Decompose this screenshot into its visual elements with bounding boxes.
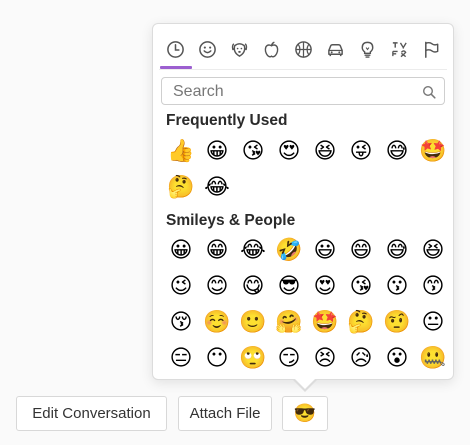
emoji-button[interactable]: 🤐 [415,341,451,377]
tab-travel[interactable] [319,34,351,64]
emoji-button[interactable]: 😗 [379,269,415,305]
emoji-button[interactable]: 😀 [199,134,235,170]
flag-icon [424,41,438,58]
emoji-button[interactable]: 😶 [199,341,235,377]
basketball-icon [294,40,312,58]
emoji-button[interactable]: 😜 [343,134,379,170]
lightbulb-icon [361,41,373,58]
emoji-button[interactable]: 😃 [307,233,343,269]
section-title-smileys-people: Smileys & People [166,212,296,229]
search-icon [422,85,436,99]
category-tabs [159,34,447,69]
emoji-button[interactable]: 😏 [271,341,307,377]
popover-caret [294,378,316,389]
emoji-button[interactable]: 🙂 [235,305,271,341]
tab-flags[interactable] [415,34,447,64]
emoji-button[interactable]: 😄 [343,233,379,269]
emoji-button[interactable]: 😀 [163,233,199,269]
emoji-button[interactable]: 😍 [307,269,343,305]
emoji-button[interactable]: 😂 [199,170,235,206]
tabs-divider [159,69,447,70]
emoji-toggle-button[interactable]: 😎 [282,396,328,431]
tab-symbols[interactable] [383,34,415,64]
emoji-button[interactable]: 👍 [163,134,199,170]
emoji-search-input[interactable] [171,81,415,103]
tab-objects[interactable] [351,34,383,64]
section-title-frequently-used: Frequently Used [166,112,288,129]
emoji-button[interactable]: ☺️ [199,305,235,341]
emoji-button[interactable]: 😮 [379,341,415,377]
tab-recent[interactable] [159,34,192,69]
emoji-button[interactable]: 😅 [379,134,415,170]
edit-conversation-button[interactable]: Edit Conversation [16,396,167,431]
emoji-button[interactable]: 😊 [199,269,235,305]
tab-smileys[interactable] [191,34,223,64]
apple-icon [264,41,278,57]
emoji-grid-frequently-used: 👍 😀 😘 😍 😆 😜 😅 🤩 🤔 😂 [163,134,451,206]
emoji-button[interactable]: 😋 [235,269,271,305]
emoji-button[interactable]: 😉 [163,269,199,305]
dog-icon [231,42,247,57]
emoji-button[interactable]: 😍 [271,134,307,170]
emoji-button[interactable]: 😎 [271,269,307,305]
tab-activity[interactable] [287,34,319,64]
emoji-button[interactable]: 😑 [163,341,199,377]
emoji-button[interactable]: 😘 [235,134,271,170]
emoji-picker: Frequently Used 👍😀😘😍😆😜😅🤩🤔😂 Smileys & Peo… [152,23,454,380]
emoji-button[interactable]: 😚 [163,305,199,341]
emoji-button[interactable]: 😆 [415,233,451,269]
emoji-button[interactable]: 😐 [415,305,451,341]
smiley-icon [198,40,216,58]
emoji-button[interactable]: 🤔 [343,305,379,341]
tab-animals[interactable] [223,34,255,64]
emoji-button[interactable]: 🙄 [235,341,271,377]
emoji-button[interactable]: 😣 [307,341,343,377]
emoji-button[interactable]: 🤔 [163,170,199,206]
emoji-grid-smileys-people: 😀 😁 😂 🤣 😃 😄 😅 😆 😉 😊 😋 😎 😍 😘 😗 😙 😚 ☺️ 🙂 🤗 🤩 🤔 🤨 😐 😑 😶 🙄 😏 😣 😥 😮 🤐 [163,233,451,377]
clock-icon [166,40,184,58]
emoji-button[interactable]: 🤣 [271,233,307,269]
tab-food[interactable] [255,34,287,64]
emoji-button[interactable]: 🤩 [307,305,343,341]
car-icon [327,43,343,56]
emoji-button[interactable]: 😥 [343,341,379,377]
emoji-button[interactable]: 😅 [379,233,415,269]
emoji-button[interactable]: 😂 [235,233,271,269]
emoji-button[interactable]: 🤗 [271,305,307,341]
emoji-button[interactable]: 😙 [415,269,451,305]
emoji-search-box[interactable] [161,77,445,105]
attach-file-button[interactable]: Attach File [178,396,272,431]
emoji-button[interactable]: 😆 [307,134,343,170]
emoji-button[interactable]: 😘 [343,269,379,305]
symbols-icon [391,41,407,57]
emoji-button[interactable]: 🤩 [415,134,451,170]
emoji-button[interactable]: 😁 [199,233,235,269]
emoji-button[interactable]: 🤨 [379,305,415,341]
